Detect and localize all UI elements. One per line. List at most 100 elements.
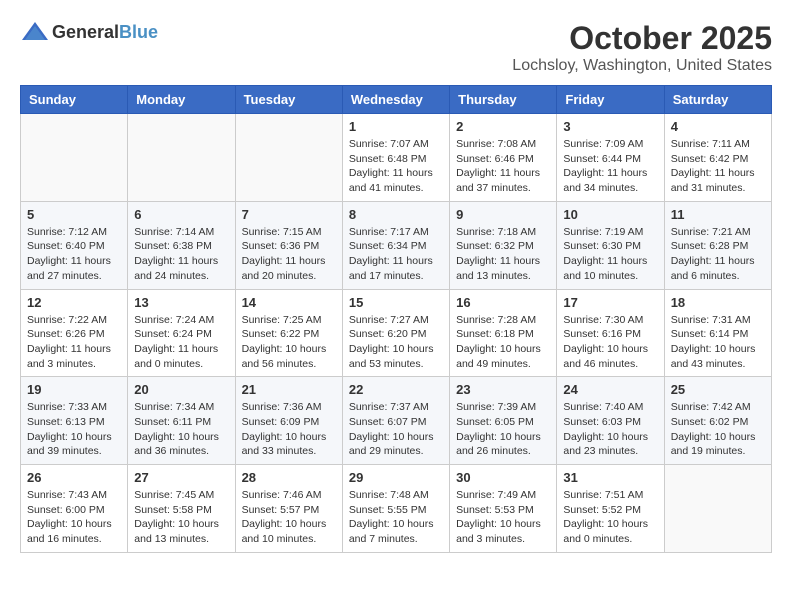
weekday-header-monday: Monday — [128, 86, 235, 114]
logo-general: General — [52, 22, 119, 42]
weekday-header-wednesday: Wednesday — [342, 86, 449, 114]
title-area: October 2025 Lochsloy, Washington, Unite… — [512, 20, 772, 75]
calendar: SundayMondayTuesdayWednesdayThursdayFrid… — [20, 85, 772, 553]
day-number: 20 — [134, 382, 228, 397]
weekday-header-friday: Friday — [557, 86, 664, 114]
day-number: 25 — [671, 382, 765, 397]
day-cell: 24Sunrise: 7:40 AM Sunset: 6:03 PM Dayli… — [557, 377, 664, 465]
day-number: 5 — [27, 207, 121, 222]
weekday-header-sunday: Sunday — [21, 86, 128, 114]
day-cell: 8 Sunrise: 7:17 AM Sunset: 6:34 PM Daylig… — [342, 201, 449, 289]
day-number: 10 — [563, 207, 657, 222]
day-cell — [128, 114, 235, 202]
day-number: 21 — [242, 382, 336, 397]
day-number: 9 — [456, 207, 550, 222]
day-cell — [664, 465, 771, 553]
day-number: 15 — [349, 295, 443, 310]
day-cell: 12 Sunrise: 7:22 AM Sunset: 6:26 PM Dayli… — [21, 289, 128, 377]
day-cell: 6 Sunrise: 7:14 AM Sunset: 6:38 PM Daylig… — [128, 201, 235, 289]
day-cell: 7 Sunrise: 7:15 AM Sunset: 6:36 PM Daylig… — [235, 201, 342, 289]
day-info: Sunrise: 7:42 AM Sunset: 6:02 PM Dayligh… — [671, 400, 765, 459]
location-title: Lochsloy, Washington, United States — [512, 57, 772, 75]
day-number: 2 — [456, 119, 550, 134]
day-cell: 16 Sunrise: 7:28 AM Sunset: 6:18 PM Dayli… — [450, 289, 557, 377]
day-cell: 13 Sunrise: 7:24 AM Sunset: 6:24 PM Dayli… — [128, 289, 235, 377]
calendar-body: 1 Sunrise: 7:07 AM Sunset: 6:48 PM Daylig… — [21, 114, 772, 553]
day-cell — [21, 114, 128, 202]
day-info: Sunrise: 7:43 AM Sunset: 6:00 PM Dayligh… — [27, 488, 121, 547]
day-info: Sunrise: 7:30 AM Sunset: 6:16 PM Dayligh… — [563, 313, 657, 372]
day-info: Sunrise: 7:11 AM Sunset: 6:42 PM Dayligh… — [671, 137, 765, 196]
logo-icon — [20, 20, 50, 44]
day-info: Sunrise: 7:49 AM Sunset: 5:53 PM Dayligh… — [456, 488, 550, 547]
day-number: 7 — [242, 207, 336, 222]
day-info: Sunrise: 7:36 AM Sunset: 6:09 PM Dayligh… — [242, 400, 336, 459]
day-number: 16 — [456, 295, 550, 310]
header: GeneralBlue October 2025 Lochsloy, Washi… — [20, 20, 772, 75]
day-number: 22 — [349, 382, 443, 397]
day-info: Sunrise: 7:24 AM Sunset: 6:24 PM Dayligh… — [134, 313, 228, 372]
day-info: Sunrise: 7:17 AM Sunset: 6:34 PM Dayligh… — [349, 225, 443, 284]
day-number: 18 — [671, 295, 765, 310]
day-info: Sunrise: 7:39 AM Sunset: 6:05 PM Dayligh… — [456, 400, 550, 459]
day-info: Sunrise: 7:28 AM Sunset: 6:18 PM Dayligh… — [456, 313, 550, 372]
day-info: Sunrise: 7:19 AM Sunset: 6:30 PM Dayligh… — [563, 225, 657, 284]
day-number: 6 — [134, 207, 228, 222]
week-row-2: 12 Sunrise: 7:22 AM Sunset: 6:26 PM Dayli… — [21, 289, 772, 377]
day-cell: 3Sunrise: 7:09 AM Sunset: 6:44 PM Daylig… — [557, 114, 664, 202]
day-number: 31 — [563, 470, 657, 485]
day-info: Sunrise: 7:51 AM Sunset: 5:52 PM Dayligh… — [563, 488, 657, 547]
week-row-3: 19Sunrise: 7:33 AM Sunset: 6:13 PM Dayli… — [21, 377, 772, 465]
weekday-header-tuesday: Tuesday — [235, 86, 342, 114]
day-info: Sunrise: 7:07 AM Sunset: 6:48 PM Dayligh… — [349, 137, 443, 196]
day-cell: 23Sunrise: 7:39 AM Sunset: 6:05 PM Dayli… — [450, 377, 557, 465]
weekday-header-saturday: Saturday — [664, 86, 771, 114]
day-cell: 9 Sunrise: 7:18 AM Sunset: 6:32 PM Daylig… — [450, 201, 557, 289]
day-cell: 1 Sunrise: 7:07 AM Sunset: 6:48 PM Daylig… — [342, 114, 449, 202]
day-cell: 14Sunrise: 7:25 AM Sunset: 6:22 PM Dayli… — [235, 289, 342, 377]
day-info: Sunrise: 7:31 AM Sunset: 6:14 PM Dayligh… — [671, 313, 765, 372]
day-cell: 18 Sunrise: 7:31 AM Sunset: 6:14 PM Dayli… — [664, 289, 771, 377]
day-number: 29 — [349, 470, 443, 485]
week-row-0: 1 Sunrise: 7:07 AM Sunset: 6:48 PM Daylig… — [21, 114, 772, 202]
day-cell: 31 Sunrise: 7:51 AM Sunset: 5:52 PM Dayli… — [557, 465, 664, 553]
day-cell: 10 Sunrise: 7:19 AM Sunset: 6:30 PM Dayli… — [557, 201, 664, 289]
day-info: Sunrise: 7:18 AM Sunset: 6:32 PM Dayligh… — [456, 225, 550, 284]
day-info: Sunrise: 7:15 AM Sunset: 6:36 PM Dayligh… — [242, 225, 336, 284]
day-info: Sunrise: 7:48 AM Sunset: 5:55 PM Dayligh… — [349, 488, 443, 547]
day-number: 28 — [242, 470, 336, 485]
day-number: 11 — [671, 207, 765, 222]
day-number: 13 — [134, 295, 228, 310]
day-number: 30 — [456, 470, 550, 485]
day-cell: 17 Sunrise: 7:30 AM Sunset: 6:16 PM Dayli… — [557, 289, 664, 377]
day-info: Sunrise: 7:08 AM Sunset: 6:46 PM Dayligh… — [456, 137, 550, 196]
day-cell: 4 Sunrise: 7:11 AM Sunset: 6:42 PM Daylig… — [664, 114, 771, 202]
day-cell: 2 Sunrise: 7:08 AM Sunset: 6:46 PM Daylig… — [450, 114, 557, 202]
day-number: 14 — [242, 295, 336, 310]
day-cell: 11 Sunrise: 7:21 AM Sunset: 6:28 PM Dayli… — [664, 201, 771, 289]
day-number: 24 — [563, 382, 657, 397]
month-title: October 2025 — [512, 20, 772, 57]
day-number: 8 — [349, 207, 443, 222]
day-number: 26 — [27, 470, 121, 485]
day-cell: 25 Sunrise: 7:42 AM Sunset: 6:02 PM Dayli… — [664, 377, 771, 465]
logo: GeneralBlue — [20, 20, 158, 44]
day-info: Sunrise: 7:22 AM Sunset: 6:26 PM Dayligh… — [27, 313, 121, 372]
day-number: 17 — [563, 295, 657, 310]
week-row-1: 5Sunrise: 7:12 AM Sunset: 6:40 PM Daylig… — [21, 201, 772, 289]
day-info: Sunrise: 7:14 AM Sunset: 6:38 PM Dayligh… — [134, 225, 228, 284]
day-cell: 19Sunrise: 7:33 AM Sunset: 6:13 PM Dayli… — [21, 377, 128, 465]
day-number: 19 — [27, 382, 121, 397]
day-cell: 30 Sunrise: 7:49 AM Sunset: 5:53 PM Dayli… — [450, 465, 557, 553]
day-number: 12 — [27, 295, 121, 310]
day-number: 1 — [349, 119, 443, 134]
day-number: 4 — [671, 119, 765, 134]
day-info: Sunrise: 7:09 AM Sunset: 6:44 PM Dayligh… — [563, 137, 657, 196]
day-cell — [235, 114, 342, 202]
logo-blue: Blue — [119, 22, 158, 42]
day-info: Sunrise: 7:27 AM Sunset: 6:20 PM Dayligh… — [349, 313, 443, 372]
day-info: Sunrise: 7:34 AM Sunset: 6:11 PM Dayligh… — [134, 400, 228, 459]
day-cell: 20 Sunrise: 7:34 AM Sunset: 6:11 PM Dayli… — [128, 377, 235, 465]
day-info: Sunrise: 7:21 AM Sunset: 6:28 PM Dayligh… — [671, 225, 765, 284]
day-cell: 28Sunrise: 7:46 AM Sunset: 5:57 PM Dayli… — [235, 465, 342, 553]
